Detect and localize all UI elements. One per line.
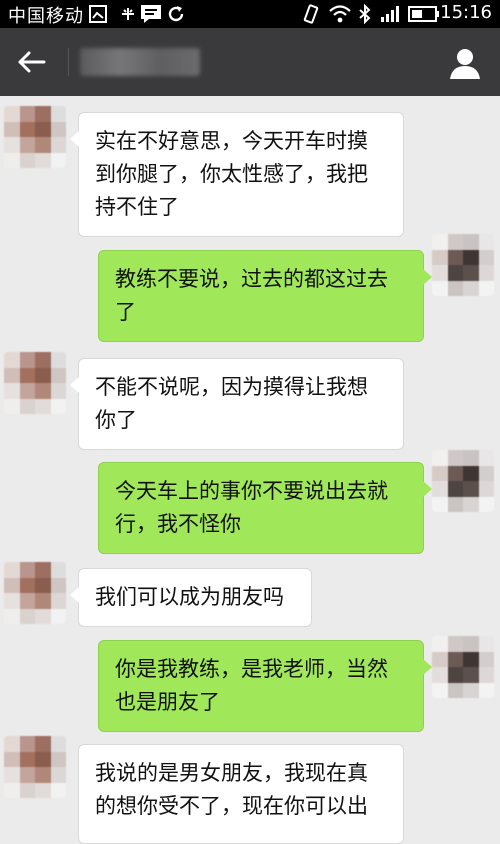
person-icon[interactable] <box>448 46 482 80</box>
contact-avatar[interactable] <box>4 562 66 624</box>
bluetooth-icon <box>359 4 371 24</box>
sent-message[interactable]: 教练不要说，过去的都这过去了 <box>98 250 432 342</box>
status-bar: 中国移动 15:16 <box>0 0 500 28</box>
my-avatar[interactable] <box>432 234 494 296</box>
my-avatar[interactable] <box>432 450 494 512</box>
received-message[interactable]: 实在不好意思，今天开车时摸到你腿了，你太性感了，我把持不住了 <box>70 112 404 237</box>
wifi-icon <box>329 5 351 23</box>
message-list[interactable]: 实在不好意思，今天开车时摸到你腿了，你太性感了，我把持不住了 教练不要说，过去的… <box>0 96 500 844</box>
header-divider <box>68 48 69 76</box>
contact-avatar[interactable] <box>4 736 66 798</box>
vibrate-icon <box>303 4 319 24</box>
contact-name-blurred <box>80 48 200 76</box>
image-icon <box>89 5 107 23</box>
sent-message[interactable]: 你是我教练，是我老师，当然也是朋友了 <box>98 640 432 732</box>
carrier-label: 中国移动 <box>8 6 84 27</box>
usb-icon <box>122 8 134 20</box>
sync-icon <box>168 6 184 22</box>
received-message[interactable]: 我们可以成为朋友吗 <box>70 568 312 627</box>
contact-avatar[interactable] <box>4 352 66 414</box>
sent-message[interactable]: 今天车上的事你不要说出去就行，我不怪你 <box>98 462 432 554</box>
message-icon <box>141 5 161 23</box>
chat-header <box>0 28 500 96</box>
my-avatar[interactable] <box>432 636 494 698</box>
arrow-left-icon[interactable] <box>16 50 46 74</box>
clock: 15:16 <box>440 2 492 23</box>
contact-avatar[interactable] <box>4 106 66 168</box>
battery-icon <box>408 6 439 22</box>
received-message[interactable]: 不能不说呢，因为摸得让我想你了 <box>70 358 404 450</box>
received-message[interactable]: 我说的是男女朋友，我现在真的想你受不了，现在你可以出 <box>78 744 404 844</box>
signal-icon <box>381 6 399 22</box>
